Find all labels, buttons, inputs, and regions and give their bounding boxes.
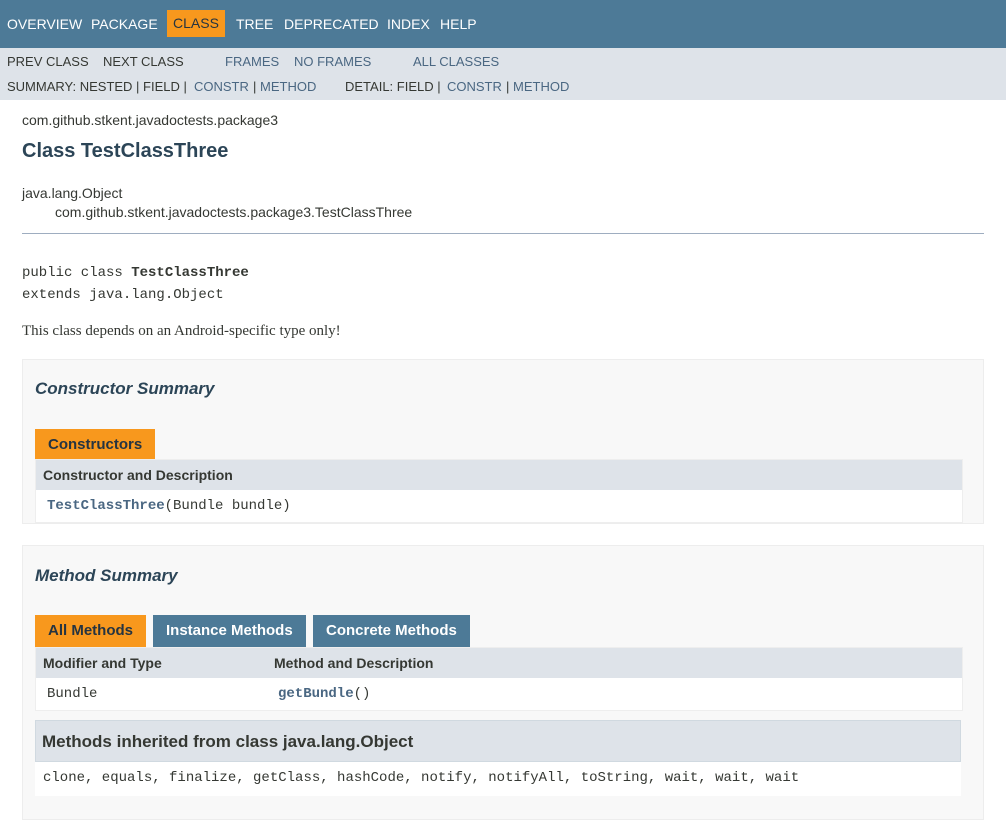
tab-all-methods[interactable]: All Methods: [35, 615, 146, 647]
tab-concrete-methods[interactable]: Concrete Methods: [313, 615, 470, 647]
method-signature: getBundle(): [278, 686, 370, 702]
inheritance-child: com.github.stkent.javadoctests.package3.…: [55, 204, 413, 220]
sub-navbar: PREV CLASS NEXT CLASS FRAMES NO FRAMES A…: [0, 48, 1006, 100]
method-table-header: Modifier and Type Method and Description: [35, 647, 963, 679]
modifier-type-column-header: Modifier and Type: [43, 655, 162, 671]
constructor-table-header: Constructor and Description: [35, 459, 963, 491]
table-row: TestClassThree(Bundle bundle): [35, 490, 963, 523]
constructor-link[interactable]: TestClassThree: [47, 498, 165, 514]
constructor-column-header: Constructor and Description: [43, 467, 233, 483]
method-link[interactable]: getBundle: [278, 686, 354, 702]
constructor-summary-section: Constructor Summary Constructors Constru…: [22, 359, 984, 524]
nav-deprecated-link[interactable]: DEPRECATED: [284, 0, 379, 48]
all-classes-link[interactable]: ALL CLASSES: [413, 54, 499, 69]
inheritance-root: java.lang.Object: [22, 185, 123, 201]
summary-method-link[interactable]: METHOD: [260, 79, 316, 94]
nav-class-selected: CLASS: [167, 10, 225, 37]
constructor-params: (Bundle bundle): [164, 498, 291, 514]
declaration-class-name: TestClassThree: [131, 265, 249, 281]
next-class-label: NEXT CLASS: [103, 54, 184, 69]
detail-separator: |: [506, 79, 510, 94]
summary-nested-field-label: SUMMARY: NESTED | FIELD |: [7, 79, 187, 94]
declaration-prefix: public class: [22, 265, 132, 281]
method-params: (): [353, 686, 371, 702]
nav-overview-link[interactable]: OVERVIEW: [7, 0, 82, 48]
class-description: This class depends on an Android-specifi…: [22, 323, 341, 339]
frames-link[interactable]: FRAMES: [225, 54, 279, 69]
nav-help-link[interactable]: HELP: [440, 0, 477, 48]
inherited-methods-text: clone, equals, finalize, getClass, hashC…: [43, 770, 800, 786]
nav-tree-link[interactable]: TREE: [236, 0, 273, 48]
method-description-column-header: Method and Description: [274, 655, 434, 671]
detail-field-label: DETAIL: FIELD |: [345, 79, 441, 94]
summary-separator: |: [253, 79, 257, 94]
nav-package-link[interactable]: PACKAGE: [91, 0, 158, 48]
method-summary-section: Method Summary All Methods Instance Meth…: [22, 545, 984, 820]
class-declaration-line2: extends java.lang.Object: [22, 287, 224, 303]
constructor-summary-title: Constructor Summary: [35, 379, 215, 398]
tab-instance-methods[interactable]: Instance Methods: [153, 615, 306, 647]
divider: [22, 233, 984, 234]
nav-index-link[interactable]: INDEX: [387, 0, 430, 48]
summary-constr-link[interactable]: CONSTR: [194, 79, 249, 94]
class-title: Class TestClassThree: [22, 140, 229, 162]
top-navbar: OVERVIEW PACKAGE CLASS TREE DEPRECATED I…: [0, 0, 1006, 48]
detail-constr-link[interactable]: CONSTR: [447, 79, 502, 94]
method-summary-title: Method Summary: [35, 566, 178, 585]
class-declaration-line1: public class TestClassThree: [22, 265, 249, 281]
table-row: Bundle getBundle(): [35, 678, 963, 711]
constructor-signature: TestClassThree(Bundle bundle): [47, 498, 291, 514]
tab-constructors[interactable]: Constructors: [35, 429, 156, 461]
inherited-methods-list: clone, equals, finalize, getClass, hashC…: [35, 762, 961, 796]
method-return-type: Bundle: [47, 686, 98, 702]
detail-method-link[interactable]: METHOD: [513, 79, 569, 94]
no-frames-link[interactable]: NO FRAMES: [294, 54, 371, 69]
inherited-methods-title: Methods inherited from class java.lang.O…: [42, 732, 414, 751]
inherited-methods-header: Methods inherited from class java.lang.O…: [35, 720, 961, 762]
prev-class-label: PREV CLASS: [7, 54, 89, 69]
package-name: com.github.stkent.javadoctests.package3: [22, 112, 279, 128]
